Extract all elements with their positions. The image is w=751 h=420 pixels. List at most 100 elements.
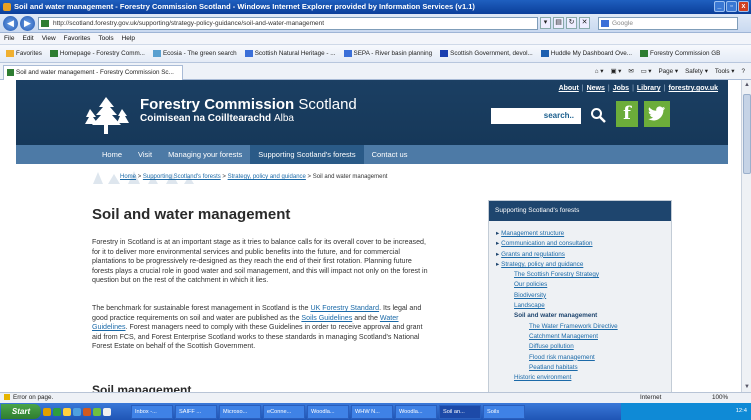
nav-managing-forests[interactable]: Managing your forests (160, 145, 250, 164)
site-search-input[interactable]: search.. (491, 108, 581, 124)
favorite-link[interactable]: Huddle My Dashboard Ove... (540, 49, 632, 57)
sidebar-link[interactable]: The Water Framework Directive (529, 323, 618, 330)
menu-help[interactable]: Help (122, 33, 135, 44)
search-icon[interactable] (590, 107, 606, 123)
refresh-icon[interactable]: ↻ (566, 17, 577, 29)
forward-button[interactable]: ▶ (20, 16, 35, 31)
sidebar-link[interactable]: The Scottish Forestry Strategy (514, 271, 599, 278)
favorites-button[interactable]: Favorites (6, 49, 42, 57)
favorite-link[interactable]: Ecosia - The green search (152, 49, 237, 57)
tools-menu[interactable]: Tools ▾ (715, 66, 735, 77)
stop-icon[interactable]: ✕ (579, 17, 590, 29)
link-about[interactable]: About (559, 85, 579, 92)
favorite-link[interactable]: Scottish Government, devol... (440, 49, 533, 57)
sidebar-link[interactable]: Strategy, policy and guidance (501, 261, 583, 268)
browser-tab[interactable]: Soil and water management - Forestry Com… (3, 65, 183, 80)
minimize-button[interactable]: _ (714, 1, 725, 12)
link-forestry-gov[interactable]: forestry.gov.uk (668, 85, 718, 92)
favorite-link[interactable]: Forestry Commission GB (639, 49, 720, 57)
link-jobs[interactable]: Jobs (613, 85, 629, 92)
favorite-link[interactable]: SEPA - River basin planning (343, 49, 432, 57)
quicklaunch-icon[interactable] (63, 407, 71, 416)
favorite-label: Homepage - Forestry Comm... (59, 50, 145, 58)
taskbar-button[interactable]: Woodla... (307, 404, 349, 419)
taskbar-button[interactable]: Soil an... (439, 404, 481, 419)
separator: | (663, 85, 666, 92)
taskbar-button[interactable]: eConne... (263, 404, 305, 419)
feeds-icon[interactable]: ▣ ▾ (610, 66, 621, 77)
menu-file[interactable]: File (4, 33, 14, 44)
nav-contact[interactable]: Contact us (364, 145, 416, 164)
start-button[interactable]: Start (1, 404, 41, 419)
quicklaunch-icon[interactable] (43, 407, 51, 416)
taskbar-button[interactable]: Soils (483, 404, 525, 419)
scroll-thumb[interactable] (743, 94, 751, 174)
favorite-link[interactable]: Homepage - Forestry Comm... (49, 49, 145, 58)
taskbar-button[interactable]: WHW N... (351, 404, 393, 419)
quicklaunch-icon[interactable] (83, 407, 91, 416)
status-zone: Internet (640, 394, 662, 401)
compat-view-icon[interactable]: ▤ (553, 17, 564, 29)
window-controls: _ ▫ x (714, 1, 749, 12)
sidebar-link[interactable]: Peatland habitats (529, 364, 578, 371)
menu-favorites[interactable]: Favorites (64, 33, 91, 44)
nav-supporting-forests[interactable]: Supporting Scotland's forests (250, 145, 364, 164)
sidebar-link[interactable]: Landscape (514, 302, 545, 309)
home-icon[interactable]: ⌂ ▾ (595, 66, 604, 77)
menu-edit[interactable]: Edit (22, 33, 33, 44)
link-news[interactable]: News (587, 85, 605, 92)
quicklaunch-icon[interactable] (53, 407, 61, 416)
forestry-logo-icon[interactable] (84, 95, 129, 135)
quicklaunch-icon[interactable] (93, 407, 101, 416)
nav-home[interactable]: Home (94, 145, 130, 164)
sidebar-link[interactable]: Grants and regulations (501, 251, 565, 258)
menu-view[interactable]: View (42, 33, 56, 44)
back-button[interactable]: ◀ (3, 16, 18, 31)
breadcrumb-home[interactable]: Home (120, 174, 136, 180)
vertical-scrollbar[interactable]: ▲ ▼ (741, 80, 751, 392)
safety-menu[interactable]: Safety ▾ (685, 66, 708, 77)
address-bar[interactable]: http://scotland.forestry.gov.uk/supporti… (38, 17, 538, 30)
facebook-icon[interactable]: f (616, 101, 638, 127)
sidebar-link[interactable]: Biodiversity (514, 292, 546, 299)
scroll-up-icon[interactable]: ▲ (742, 80, 751, 90)
sidebar-link[interactable]: Diffuse pollution (529, 343, 574, 350)
sidebar-link[interactable]: Soil and water management (514, 312, 597, 319)
sidebar-link[interactable]: Catchment Management (529, 333, 598, 340)
soils-guidelines-link[interactable]: Soils Guidelines (301, 314, 352, 322)
status-zoom[interactable]: 100% (712, 393, 728, 403)
sidebar-link[interactable]: Historic environment (514, 374, 571, 381)
mail-icon[interactable]: ✉ (628, 66, 633, 77)
uk-forestry-standard-link[interactable]: UK Forestry Standard (310, 304, 379, 312)
site-brand-gaelic: Coimisean na Coilltearachd Alba (140, 113, 294, 124)
quicklaunch-icon[interactable] (103, 407, 111, 416)
breadcrumb-supporting[interactable]: Supporting Scotland's forests (143, 174, 221, 180)
tab-row: Soil and water management - Forestry Com… (0, 63, 751, 80)
nav-visit[interactable]: Visit (130, 145, 160, 164)
taskbar-button[interactable]: Inbox -... (131, 404, 173, 419)
close-button[interactable]: x (738, 1, 749, 12)
print-icon[interactable]: ▭ ▾ (641, 66, 652, 77)
sidebar-link[interactable]: Flood risk management (529, 354, 595, 361)
sidebar-link[interactable]: Management structure (501, 230, 564, 237)
taskbar-button[interactable]: Microso... (219, 404, 261, 419)
scroll-down-icon[interactable]: ▼ (742, 382, 751, 392)
sidebar-link[interactable]: Communication and consultation (501, 240, 592, 247)
taskbar-button[interactable]: SAIFF ... (175, 404, 217, 419)
maximize-button[interactable]: ▫ (726, 1, 737, 12)
clock[interactable]: 12:4 (736, 408, 747, 414)
menu-tools[interactable]: Tools (98, 33, 113, 44)
sidebar-link[interactable]: Our policies (514, 281, 547, 288)
dropdown-icon[interactable]: ▾ (540, 17, 551, 29)
link-library[interactable]: Library (637, 85, 661, 92)
breadcrumb-strategy[interactable]: Strategy, policy and guidance (228, 174, 306, 180)
favorite-link[interactable]: Scottish Natural Heritage - ... (244, 49, 336, 57)
page-menu[interactable]: Page ▾ (658, 66, 678, 77)
browser-search-input[interactable]: Google (598, 17, 738, 30)
twitter-icon[interactable] (644, 101, 670, 127)
taskbar-button[interactable]: Woodla... (395, 404, 437, 419)
status-error[interactable]: Error on page. (4, 393, 53, 403)
sidebar-nav: Supporting Scotland's forests Management… (488, 200, 672, 392)
help-icon[interactable]: ? (741, 66, 745, 77)
quicklaunch-icon[interactable] (73, 407, 81, 416)
